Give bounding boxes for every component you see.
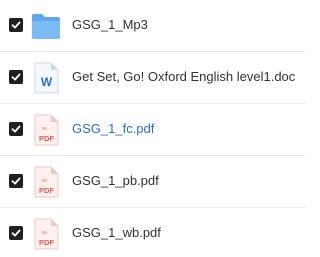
pdf-icon: PDF — [31, 114, 61, 146]
checkmark-icon — [11, 229, 21, 237]
svg-text:PDF: PDF — [39, 134, 54, 143]
file-name[interactable]: GSG_1_wb.pdf — [72, 225, 161, 241]
pdf-icon: PDF — [31, 218, 61, 250]
file-checkbox[interactable] — [9, 18, 23, 32]
word-doc-icon: W — [31, 62, 61, 94]
file-row[interactable]: PDF GSG_1_pb.pdf — [0, 156, 306, 207]
file-checkbox[interactable] — [9, 70, 23, 84]
checkmark-icon — [11, 177, 21, 185]
svg-text:W: W — [41, 75, 53, 89]
folder-icon — [31, 10, 61, 42]
file-checkbox[interactable] — [9, 122, 23, 136]
file-row[interactable]: GSG_1_Mp3 — [0, 0, 306, 51]
pdf-icon: PDF — [31, 166, 61, 198]
file-name[interactable]: Get Set, Go! Oxford English level1.doc — [72, 69, 295, 85]
file-row[interactable]: PDF GSG_1_wb.pdf — [0, 208, 306, 257]
checkmark-icon — [11, 125, 21, 133]
svg-text:PDF: PDF — [39, 238, 54, 247]
file-name[interactable]: GSG_1_Mp3 — [72, 17, 148, 33]
checkmark-icon — [11, 73, 21, 81]
svg-text:PDF: PDF — [39, 186, 54, 195]
file-name[interactable]: GSG_1_fc.pdf — [72, 121, 154, 137]
file-checkbox[interactable] — [9, 174, 23, 188]
file-checkbox[interactable] — [9, 226, 23, 240]
file-row[interactable]: W Get Set, Go! Oxford English level1.doc — [0, 52, 306, 103]
file-row[interactable]: PDF GSG_1_fc.pdf — [0, 104, 306, 155]
file-list: GSG_1_Mp3 W Get Set, Go! Oxford English … — [0, 0, 306, 257]
file-name[interactable]: GSG_1_pb.pdf — [72, 173, 159, 189]
checkmark-icon — [11, 21, 21, 29]
